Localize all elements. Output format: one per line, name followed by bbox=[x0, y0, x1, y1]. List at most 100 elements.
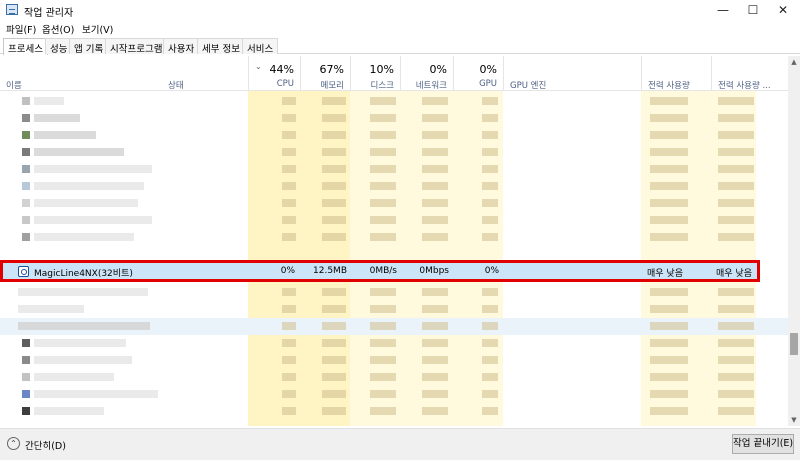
obscured-text bbox=[18, 305, 84, 313]
obscured-value bbox=[650, 233, 688, 241]
tab-app-history[interactable]: 앱 기록 bbox=[69, 38, 109, 55]
menu-options[interactable]: 옵션(O) bbox=[42, 22, 74, 36]
list-item[interactable] bbox=[0, 178, 788, 195]
tab-processes[interactable]: 프로세스 bbox=[3, 38, 48, 55]
list-item[interactable] bbox=[0, 386, 788, 403]
obscured-value bbox=[422, 407, 448, 415]
process-network: 0Mbps bbox=[419, 266, 449, 276]
obscured-value bbox=[370, 114, 396, 122]
obscured-value bbox=[322, 199, 346, 207]
obscured-value bbox=[482, 97, 498, 105]
obscured-value bbox=[482, 114, 498, 122]
list-item[interactable] bbox=[0, 93, 788, 110]
highlighted-process-row[interactable]: MagicLine4NX(32비트) 0% 12.5MB 0MB/s 0Mbps… bbox=[0, 260, 760, 282]
column-status[interactable]: 상태 bbox=[168, 79, 184, 91]
process-icon bbox=[22, 390, 30, 398]
column-power-trend[interactable]: 전력 사용량 ... bbox=[711, 56, 788, 91]
obscured-value bbox=[422, 182, 448, 190]
scroll-down-icon[interactable]: ▼ bbox=[788, 414, 800, 426]
obscured-value bbox=[422, 97, 448, 105]
obscured-value bbox=[650, 199, 688, 207]
process-icon bbox=[22, 131, 30, 139]
obscured-value bbox=[370, 288, 396, 296]
obscured-value bbox=[718, 288, 754, 296]
maximize-button[interactable]: ☐ bbox=[738, 0, 768, 20]
list-item[interactable] bbox=[0, 403, 788, 420]
process-list[interactable] bbox=[0, 91, 788, 426]
list-item[interactable] bbox=[0, 352, 788, 369]
column-name[interactable]: 이름 bbox=[6, 79, 22, 91]
list-item[interactable] bbox=[0, 284, 788, 301]
scroll-up-icon[interactable]: ▲ bbox=[788, 56, 800, 68]
obscured-value bbox=[422, 199, 448, 207]
list-item[interactable] bbox=[0, 369, 788, 386]
column-cpu[interactable]: ⌄ 44% CPU bbox=[248, 56, 300, 91]
scroll-thumb[interactable] bbox=[790, 333, 798, 355]
tab-startup[interactable]: 시작프로그램 bbox=[105, 38, 168, 55]
gpu-engine-label: GPU 엔진 bbox=[510, 81, 547, 91]
close-button[interactable]: ✕ bbox=[768, 0, 798, 20]
list-item[interactable] bbox=[0, 229, 788, 246]
process-cpu: 0% bbox=[280, 266, 295, 276]
end-task-button[interactable]: 작업 끝내기(E) bbox=[732, 434, 794, 454]
disk-total: 10% bbox=[369, 63, 394, 76]
column-gpu-engine[interactable]: GPU 엔진 bbox=[503, 56, 641, 91]
process-icon bbox=[22, 148, 30, 156]
network-label: 네트워크 bbox=[415, 81, 447, 91]
fewer-details-link[interactable]: 간단히(D) bbox=[25, 438, 66, 452]
list-item[interactable] bbox=[0, 335, 788, 352]
gpu-label: GPU bbox=[479, 79, 497, 89]
menu-view[interactable]: 보기(V) bbox=[82, 22, 113, 36]
obscured-value bbox=[370, 165, 396, 173]
vertical-scrollbar[interactable]: ▲ ▼ bbox=[788, 56, 800, 426]
list-item[interactable] bbox=[0, 212, 788, 229]
process-icon bbox=[22, 339, 30, 347]
obscured-value bbox=[422, 373, 448, 381]
obscured-value bbox=[282, 97, 296, 105]
obscured-value bbox=[370, 339, 396, 347]
minimize-button[interactable]: — bbox=[708, 0, 738, 20]
title-bar: 작업 관리자 — ☐ ✕ bbox=[0, 0, 800, 20]
obscured-value bbox=[482, 216, 498, 224]
tab-services[interactable]: 서비스 bbox=[242, 38, 279, 55]
obscured-value bbox=[370, 373, 396, 381]
obscured-value bbox=[322, 148, 346, 156]
list-item[interactable] bbox=[0, 127, 788, 144]
menu-file[interactable]: 파일(F) bbox=[6, 22, 36, 36]
obscured-value bbox=[322, 165, 346, 173]
obscured-value bbox=[422, 233, 448, 241]
obscured-value bbox=[650, 165, 688, 173]
column-network[interactable]: 0% 네트워크 bbox=[400, 56, 453, 91]
obscured-value bbox=[422, 288, 448, 296]
list-item[interactable] bbox=[0, 301, 788, 318]
tab-details[interactable]: 세부 정보 bbox=[197, 38, 245, 55]
obscured-value bbox=[282, 322, 296, 330]
obscured-text bbox=[34, 131, 96, 139]
obscured-value bbox=[370, 97, 396, 105]
list-item[interactable] bbox=[0, 110, 788, 127]
column-disk[interactable]: 10% 디스크 bbox=[350, 56, 400, 91]
column-memory[interactable]: 67% 메모리 bbox=[300, 56, 350, 91]
chevron-up-icon[interactable]: ⌃ bbox=[7, 437, 20, 450]
process-name: MagicLine4NX(32비트) bbox=[34, 269, 133, 279]
obscured-value bbox=[282, 148, 296, 156]
obscured-value bbox=[482, 165, 498, 173]
tab-users[interactable]: 사용자 bbox=[163, 38, 200, 55]
obscured-text bbox=[18, 288, 148, 296]
obscured-value bbox=[718, 182, 754, 190]
obscured-value bbox=[650, 148, 688, 156]
obscured-value bbox=[322, 288, 346, 296]
obscured-value bbox=[482, 390, 498, 398]
obscured-text bbox=[18, 322, 150, 330]
obscured-text bbox=[34, 148, 124, 156]
list-item[interactable] bbox=[0, 161, 788, 178]
list-item[interactable] bbox=[0, 195, 788, 212]
obscured-value bbox=[650, 131, 688, 139]
column-gpu[interactable]: 0% GPU bbox=[453, 56, 503, 91]
obscured-text bbox=[34, 407, 104, 415]
list-item[interactable] bbox=[0, 144, 788, 161]
column-power[interactable]: 전력 사용량 bbox=[641, 56, 711, 91]
obscured-value bbox=[322, 97, 346, 105]
obscured-value bbox=[322, 114, 346, 122]
list-item[interactable] bbox=[0, 318, 788, 335]
